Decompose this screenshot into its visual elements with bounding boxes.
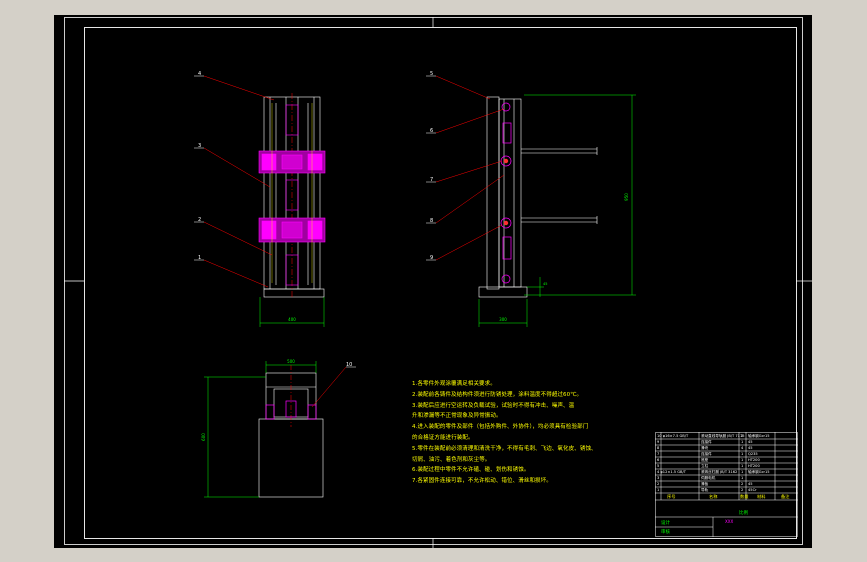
tb-row-5-mat: HT200 <box>748 464 760 468</box>
tb-header-no: 序号 <box>667 494 676 499</box>
side-foot-dimension: 45 <box>543 282 547 286</box>
callout-3: 3 <box>198 143 201 149</box>
technical-notes: 1.各零件外观涂覆满足相关要求。 2.装配前各铸件及结构件须进行防锈处理，涂料温… <box>412 379 642 487</box>
note-line: 2.装配前各铸件及结构件须进行防锈处理，涂料温度不得超过60℃。 <box>412 391 583 398</box>
tb-row-2-qty: 4 <box>741 446 744 450</box>
callout-10: 10 <box>346 362 352 368</box>
side-width-dimension: 300 <box>499 317 507 322</box>
tb-row-7-left: 3 <box>657 476 660 480</box>
callout-9: 9 <box>430 255 433 261</box>
callout-7: 7 <box>430 177 433 183</box>
side-leaders <box>435 75 505 261</box>
tb-row-9-qty: 2 <box>741 488 744 492</box>
tb-row-3-left: 7 <box>657 452 660 456</box>
side-view <box>478 96 598 298</box>
top-view-dimension <box>204 361 317 498</box>
tb-row-2-left: 8 <box>657 446 660 450</box>
tb-row-2-mid: 滑块 <box>701 446 709 450</box>
note-line: 升和渗漏等不正常现象及异常振动。 <box>412 413 502 420</box>
tb-row-7-mid: 伺服电机 <box>701 476 716 480</box>
callout-4: 4 <box>198 71 201 77</box>
tb-header-name: 名称 <box>709 494 718 499</box>
tb-row-0-left: 10 φ16×7.5 GB/T <box>657 434 689 438</box>
note-line: 切屑、油污、着色剂和灰尘等。 <box>412 456 491 463</box>
tb-row-8-qty: 2 <box>741 482 744 486</box>
tb-row-0-mid: 滚动直线导轨副 JB/T 7175 <box>701 434 745 438</box>
note-line: 7.各紧固件连接可靠，不允许松动、错位、滑丝和损坏。 <box>412 478 552 485</box>
tb-header-mat: 材料 <box>757 494 766 499</box>
tb-row-9-mid: 导轨 <box>701 488 709 492</box>
side-view-red <box>503 158 509 226</box>
front-leaders <box>203 75 275 288</box>
tb-row-4-left: 6 <box>657 458 660 462</box>
note-line: 4.进入装配的零件及部件（包括外购件、外协件），均必须具有检验部门 <box>412 424 589 431</box>
tb-row-5-mid: 立柱 <box>701 464 709 468</box>
side-view-dimension <box>478 94 636 327</box>
tb-row-3-mat: Q235 <box>748 452 758 456</box>
tb-row-0-qty: 2 <box>741 434 744 438</box>
tb-row-1-mid: 连接件 <box>701 440 712 444</box>
front-view <box>263 93 325 299</box>
tb-row-1-mat: 45 <box>748 440 753 444</box>
note-line: 5.零件在装配前必须清理和清洗干净，不得有毛刺、飞边、氧化皮、锈蚀、 <box>412 445 597 452</box>
tb-review-label: 审核 <box>661 530 670 535</box>
top-width-dimension: 500 <box>287 359 295 364</box>
tb-row-3-qty: 1 <box>741 452 744 456</box>
tb-row-9-mat: 45Cr <box>748 488 757 492</box>
top-leader <box>311 366 347 408</box>
tb-row-0-mat: 轴承钢Gcr15 <box>748 434 770 438</box>
tb-row-4-mat: HT200 <box>748 458 760 462</box>
tb-row-1-left: 9 <box>657 440 660 444</box>
title-block: 10 φ16×7.5 GB/T 滚动直线导轨副 JB/T 7175 2 轴承钢G… <box>655 432 798 537</box>
tb-scale-label: 比例 <box>739 511 748 516</box>
tb-row-3-mid: 连接件 <box>701 452 712 456</box>
note-line: 1.各零件外观涂覆满足相关要求。 <box>412 381 496 387</box>
tb-row-6-mat: 轴承钢Gcr15 <box>748 470 770 474</box>
callout-2: 2 <box>198 217 201 223</box>
callout-8: 8 <box>430 218 433 224</box>
note-line: 3.装配后应进行空运转及负载试验，试验时不得有冲击、噪声、温 <box>412 402 575 409</box>
side-view-magenta <box>500 102 512 284</box>
front-width-dimension: 400 <box>288 317 296 322</box>
tb-header-qty: 数量 <box>740 494 749 499</box>
tb-row-7-qty: 1 <box>741 476 744 480</box>
tb-row-6-left: 4 φ12×1.5 GB/T <box>657 470 686 474</box>
front-view-dimension <box>259 297 325 327</box>
tb-bottom-mid: XXX <box>725 519 734 524</box>
tb-design-label: 设计 <box>661 521 670 526</box>
note-line: 的合格证方能进行装配。 <box>412 434 474 441</box>
tb-row-6-mid: 滚珠丝杠副 JB/T 3162 <box>701 470 738 474</box>
tb-row-6-qty: 1 <box>741 470 744 474</box>
top-side-dimension: 600 <box>201 433 206 441</box>
callout-6: 6 <box>430 128 433 134</box>
tb-row-8-left: 2 <box>657 482 660 486</box>
callout-1: 1 <box>198 255 201 261</box>
top-view <box>258 365 324 498</box>
tb-header-note: 备注 <box>781 494 790 499</box>
tb-row-4-mid: 底座 <box>701 458 709 462</box>
tb-row-8-mat: 45 <box>748 482 753 486</box>
tb-row-4-qty: 1 <box>741 458 744 462</box>
tb-row-8-mid: 滑板 <box>701 482 709 486</box>
front-callout-underlines <box>194 75 204 261</box>
tb-row-5-left: 5 <box>657 464 660 468</box>
tb-row-1-qty: 1 <box>741 440 744 444</box>
tb-row-9-left: 1 <box>657 488 660 492</box>
tb-row-5-qty: 1 <box>741 464 744 468</box>
side-callout-underlines <box>426 75 436 261</box>
note-line: 6.装配过程中零件不允许磕、碰、划伤和锈蚀。 <box>412 467 530 474</box>
callout-5: 5 <box>430 71 433 77</box>
cad-viewport[interactable]: 400 4 3 2 1 950 300 45 5 6 7 8 9 500 600… <box>54 15 812 548</box>
tb-row-2-mat: 45 <box>748 446 753 450</box>
side-height-dimension: 950 <box>624 193 629 201</box>
